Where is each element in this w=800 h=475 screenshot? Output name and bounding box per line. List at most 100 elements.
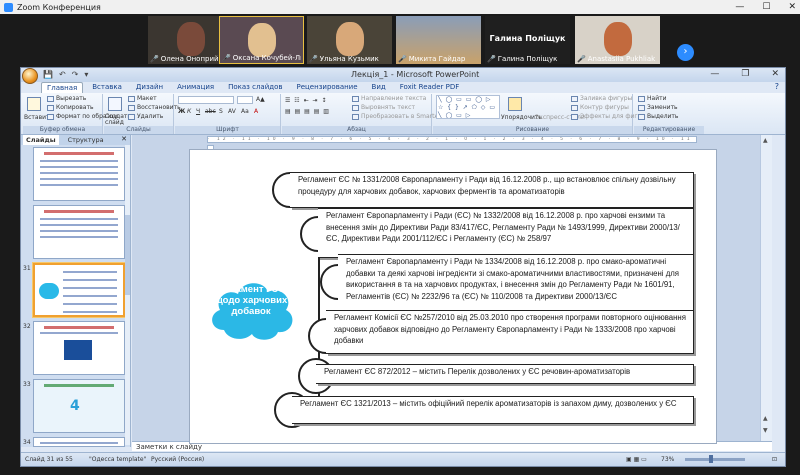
panel-scrollbar[interactable] [125,145,130,445]
drawing-group: ╲ ◯ ▭ ▭ ◯ ▷ ☆ { } ↗ ⬠ ◇ ▭ ╲ ◯ ▭ ▷ Упоряд… [433,94,645,134]
maximize-icon[interactable]: ☐ [762,0,770,14]
underline-button[interactable]: Ч [196,108,200,115]
restore-icon[interactable]: ❐ [741,69,749,79]
tab-slides[interactable]: Слайды [23,135,59,145]
align-text-button[interactable]: Выровнять текст [352,104,415,111]
find-button[interactable]: Найти [638,95,666,102]
list-buttons[interactable]: ☰ ☷ ⇤ ⇥ ↕ [285,97,327,104]
minimize-icon[interactable]: — [735,0,744,14]
zoom-slider[interactable] [685,458,745,461]
slide-thumbnail[interactable]: 34 [21,437,127,447]
scroll-prev-slide-icon[interactable]: ▲ [763,415,768,422]
delete-button[interactable]: Удалить [128,113,163,120]
grow-font-icon[interactable]: A▲ [256,96,265,103]
copy-button[interactable]: Копировать [47,104,93,111]
text-direction-button[interactable]: Направление текста [352,95,426,102]
participant-video [335,22,364,56]
fit-window-icon[interactable]: ⊡ [772,456,777,463]
group-label: Редактирование [634,126,704,134]
close-panel-icon[interactable]: ✕ [121,135,127,143]
new-slide-icon [108,97,122,111]
zoom-window-controls: — ☐ ✕ [735,0,796,14]
undo-icon[interactable]: ↶ [59,70,66,79]
slide-thumbnail[interactable] [21,147,127,203]
group-label: Слайды [104,126,173,134]
view-buttons[interactable]: ▣ ▦ ▭ [626,456,647,463]
participant-tile-active[interactable]: 🎤Оксана Кочубей-Литви... [219,16,304,64]
status-bar: Слайд 31 из 55 "Одесса template" Русский… [21,452,785,466]
select-button[interactable]: Выделить [638,113,678,120]
participant-video [176,22,205,56]
italic-button[interactable]: К [187,108,191,115]
shadow-button[interactable]: S [219,108,223,115]
zoom-slider-knob[interactable] [709,455,713,463]
strike-button[interactable]: abc [205,108,216,115]
gallery-next-arrow-icon[interactable]: › [677,44,694,61]
font-name-input[interactable] [178,96,234,104]
customize-qat-icon[interactable]: ▾ [84,70,88,79]
participant-tile[interactable]: 🎤 Микита Гайдар [396,16,481,64]
font-size-input[interactable] [237,96,253,104]
close-icon[interactable]: ✕ [788,0,796,14]
cut-button[interactable]: Вырезать [47,95,86,102]
panel-scroll-thumb[interactable] [125,215,130,295]
reset-icon [128,104,135,111]
language[interactable]: Русский (Россия) [151,456,204,463]
slide-thumbnail[interactable]: 33 4 [21,379,127,435]
save-icon[interactable]: 💾 [43,70,53,79]
tab-outline[interactable]: Структура [65,135,107,145]
tab-design[interactable]: Дизайн [131,82,168,93]
tab-animation[interactable]: Анимация [172,82,219,93]
tab-view[interactable]: Вид [367,82,391,93]
tab-slideshow[interactable]: Показ слайдов [223,82,287,93]
reset-button[interactable]: Восстановить [128,104,181,111]
font-color-button[interactable]: A [254,108,258,115]
help-icon[interactable]: ? [775,82,779,91]
text-direction-icon [352,95,359,102]
tab-foxit[interactable]: Foxit Reader PDF [395,82,465,93]
slide-thumbnail[interactable] [21,205,127,261]
minimize-icon[interactable]: — [710,69,719,79]
office-button[interactable] [22,68,38,84]
muted-mic-icon: 🎤 [150,55,159,63]
participant-tile[interactable]: 🎤 Ульяна Кузьмик [307,16,392,64]
delete-icon [128,113,135,120]
slide-number: 31 [23,265,31,272]
thumb-image [33,205,125,259]
slide-thumbnail-selected[interactable]: 31 [21,263,127,319]
slides-panel: Слайды Структура ✕ 31 32 33 4 34 [21,135,131,447]
bold-button[interactable]: Ж [178,108,185,115]
change-case-button[interactable]: Aa [241,108,249,115]
replace-icon [638,104,645,111]
brush-icon [47,113,54,120]
smartart-button[interactable]: Преобразовать в SmartArt [352,113,443,120]
tab-insert[interactable]: Вставка [87,82,127,93]
layout-button[interactable]: Макет [128,95,157,102]
new-slide-button[interactable]: Создать слайд [105,114,131,126]
vertical-scrollbar[interactable]: ▲ ▲ ▼ [760,135,772,441]
shape-fill-button[interactable]: Заливка фигуры [571,95,632,102]
slide-number: 33 [23,381,31,388]
slide-thumbnail[interactable]: 32 [21,321,127,377]
cloud-text: Регламент і ЄС, щодо харчових добавок [214,284,288,317]
slide[interactable]: Регламент і ЄС, щодо харчових добавок Ре… [189,149,717,444]
scroll-up-icon[interactable]: ▲ [763,137,768,144]
participant-tile[interactable]: 🎤 Anastasiia Pukhliak [575,16,660,64]
close-icon[interactable]: ✕ [771,69,779,79]
replace-button[interactable]: Заменить [638,104,678,111]
shape-outline-button[interactable]: Контур фигуры [571,104,629,111]
spacing-button[interactable]: AV [228,108,236,115]
scissors-icon [47,95,54,102]
group-label: Буфер обмена [23,126,102,134]
slide-number: 34 [23,439,31,446]
scroll-next-slide-icon[interactable]: ▼ [763,427,768,434]
tab-review[interactable]: Рецензирование [292,82,363,93]
shapes-gallery[interactable]: ╲ ◯ ▭ ▭ ◯ ▷ ☆ { } ↗ ⬠ ◇ ▭ ╲ ◯ ▭ ▷ [436,95,500,119]
zoom-level[interactable]: 73% [661,456,674,463]
ppt-window-controls: — ❐ ✕ [710,69,779,79]
redo-icon[interactable]: ↷ [72,70,79,79]
zoom-titlebar: Zoom Конференция — ☐ ✕ [0,0,800,14]
align-buttons[interactable]: ▤ ▤ ▤ ▤ ▥ [285,108,330,115]
tab-home[interactable]: Главная [41,82,84,93]
participant-tile[interactable]: Галина Поліщук 🎤 Галина Поліщук [485,16,570,64]
